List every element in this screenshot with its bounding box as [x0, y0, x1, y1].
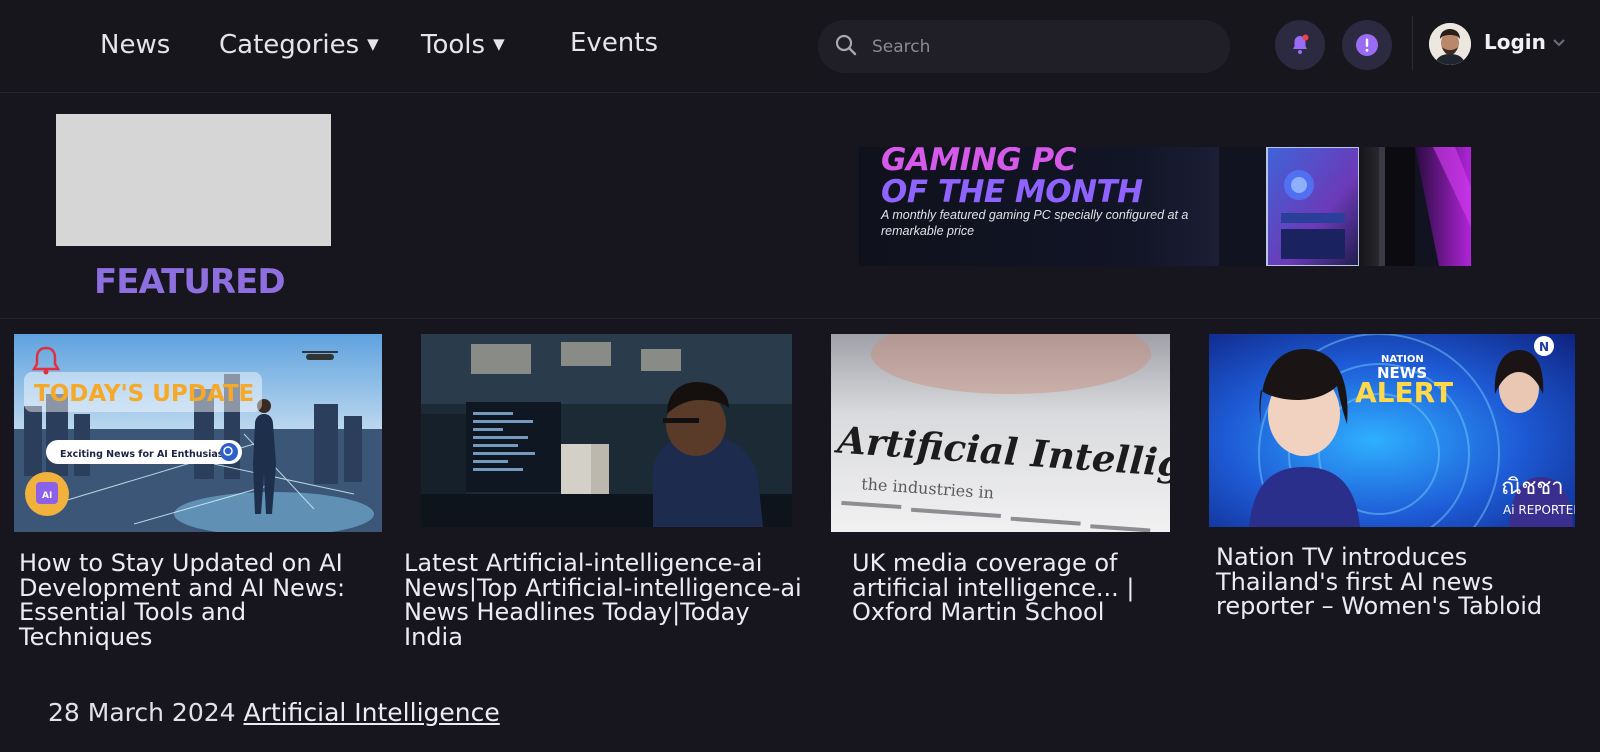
caret-down-icon: ▼: [367, 35, 379, 53]
nav-tools[interactable]: Tools ▼: [421, 30, 505, 60]
login-link[interactable]: Login: [1484, 30, 1546, 54]
post-meta: 28 March 2024 Artificial Intelligence: [48, 698, 500, 727]
nav-events[interactable]: Events: [570, 28, 658, 58]
nav-categories[interactable]: Categories ▼: [219, 30, 379, 60]
caret-down-icon: ▼: [493, 35, 505, 53]
navbar-divider: [1412, 16, 1413, 70]
user-avatar-icon: [1429, 23, 1471, 65]
section-divider: [0, 318, 1600, 319]
gaming-pc-banner[interactable]: GAMING PC OF THE MONTH A monthly feature…: [859, 147, 1471, 266]
post-category-link[interactable]: Artificial Intelligence: [244, 698, 500, 727]
thumbnail-pill-text: Exciting News for AI Enthusiasts!: [60, 449, 238, 460]
banner-title-line2: OF THE MONTH: [881, 174, 1143, 210]
article-thumbnail-2[interactable]: [421, 334, 792, 527]
thumbnail-alert: ALERT: [1355, 376, 1453, 409]
nav-events-label: Events: [570, 28, 659, 58]
exclamation-icon: [1356, 34, 1378, 56]
gaming-pc-case-illustration: [1219, 147, 1471, 266]
bell-icon: [1293, 34, 1309, 54]
thumbnail-reporter-role: Ai REPORTER: [1503, 503, 1575, 517]
article-title-3[interactable]: UK media coverage of artificial intellig…: [852, 551, 1182, 625]
featured-label: FEATURED: [94, 262, 286, 302]
article-title-2[interactable]: Latest Artificial-intelligence-ai News|T…: [404, 551, 804, 649]
nav-categories-label: Categories: [219, 30, 360, 60]
banner-title-line1: GAMING PC: [881, 147, 1076, 178]
thumbnail-logo: N: [1539, 340, 1549, 354]
article-thumbnail-1[interactable]: TODAY'S UPDATE Exciting News for AI Enth…: [14, 334, 382, 532]
banner-subtitle: A monthly featured gaming PC specially c…: [881, 208, 1189, 238]
article-title-1[interactable]: How to Stay Updated on AI Development an…: [19, 551, 379, 649]
avatar[interactable]: [1429, 23, 1471, 65]
banner-title: GAMING PC OF THE MONTH: [881, 147, 1143, 208]
city-update-illustration: TODAY'S UPDATE Exciting News for AI Enth…: [14, 334, 382, 532]
article-thumbnail-4[interactable]: NATION NEWS ALERT N ณิชชา Ai REPORTER: [1209, 334, 1575, 527]
post-date: 28 March 2024: [48, 698, 236, 727]
search-bar[interactable]: [818, 20, 1230, 73]
alerts-button[interactable]: [1342, 20, 1392, 70]
notifications-button[interactable]: [1275, 20, 1325, 70]
top-navbar: News Categories ▼ Tools ▼ Events Search …: [0, 0, 1600, 93]
nav-news[interactable]: News: [100, 30, 170, 60]
nav-tools-label: Tools: [421, 30, 486, 60]
search-input[interactable]: [870, 30, 1214, 64]
chevron-down-icon[interactable]: [1552, 38, 1566, 48]
newspaper-illustration: Artificial Intelligence the industries i…: [831, 334, 1170, 532]
thumbnail-headline: TODAY'S UPDATE: [34, 381, 254, 407]
ai-chip-badge: AI: [42, 491, 52, 501]
ai-reporter-illustration: NATION NEWS ALERT N ณิชชา Ai REPORTER: [1209, 334, 1575, 527]
nav-news-label: News: [100, 30, 171, 60]
search-icon: [835, 34, 857, 56]
article-title-4[interactable]: Nation TV introduces Thailand's first AI…: [1216, 545, 1586, 619]
article-thumbnail-3[interactable]: Artificial Intelligence the industries i…: [831, 334, 1170, 532]
featured-image-placeholder: [56, 114, 331, 246]
programmer-illustration: [421, 334, 792, 527]
thumbnail-reporter-name: ณิชชา: [1501, 475, 1564, 500]
